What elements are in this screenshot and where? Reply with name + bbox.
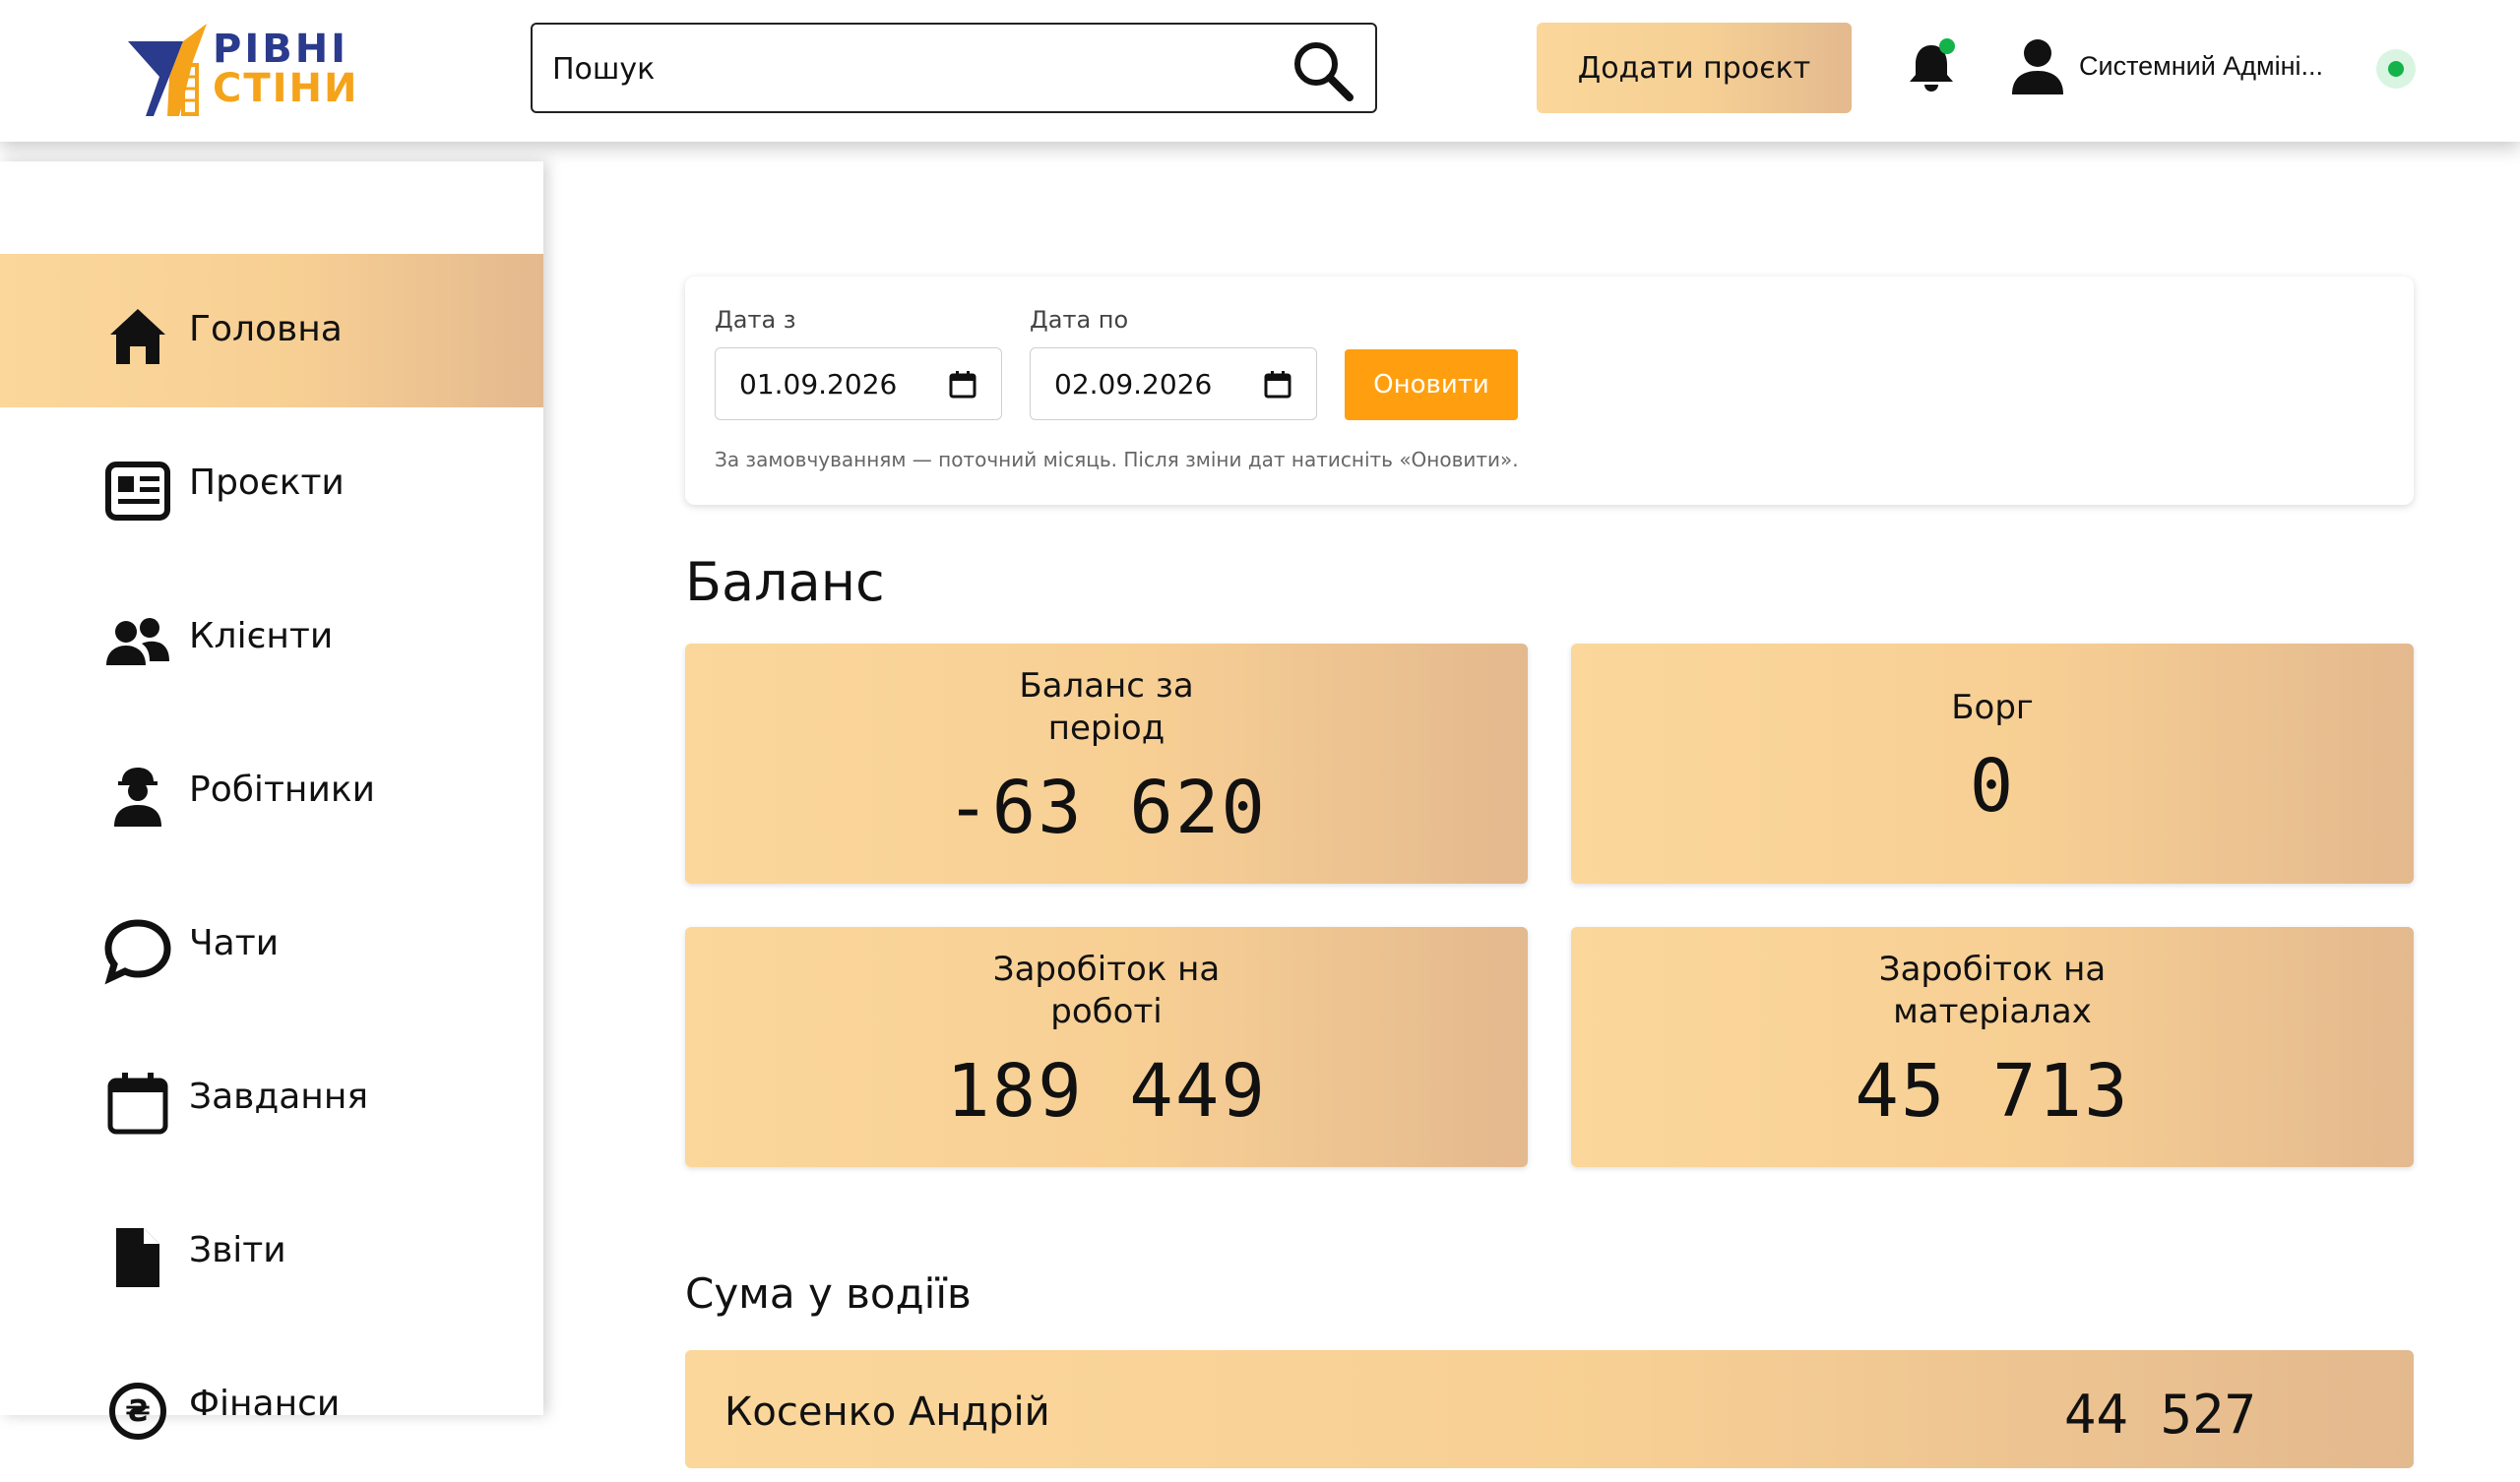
logo[interactable]: РІВНІ СТІНИ — [124, 22, 360, 120]
sidebar-item-label: Завдання — [189, 1077, 369, 1117]
sidebar: Головна Проєкти Клієнти Робітники Чати З… — [0, 161, 543, 1440]
stat-value: 0 — [1969, 744, 2016, 829]
sidebar-item-label: Робітники — [189, 770, 375, 810]
svg-text:₴: ₴ — [125, 1394, 151, 1429]
driver-name: Косенко Андрій — [724, 1389, 1050, 1435]
logo-mark-icon — [128, 24, 207, 116]
stat-label: Баланс за період — [1019, 666, 1194, 748]
debt-card: Борг 0 — [1571, 644, 2414, 884]
document-icon — [116, 1228, 159, 1287]
date-to-label: Дата по — [1030, 306, 1129, 334]
chat-icon — [104, 919, 171, 985]
worker-icon — [114, 768, 161, 827]
online-status-indicator — [2376, 49, 2416, 89]
work-earnings-card: Заробіток на роботі 189 449 — [685, 927, 1528, 1167]
sidebar-item-finance[interactable]: ₴ Фінанси — [0, 1328, 543, 1482]
sidebar-item-tasks[interactable]: Завдання — [0, 1021, 543, 1175]
logo-line-1: РІВНІ — [213, 27, 349, 72]
date-from-value: 01.09.2026 — [739, 368, 898, 401]
sidebar-item-label: Звіти — [189, 1230, 286, 1270]
sidebar-item-label: Головна — [189, 309, 343, 349]
drivers-sum-title: Сума у водіїв — [685, 1269, 972, 1318]
newspaper-icon — [105, 462, 170, 521]
stat-label: Борг — [1951, 688, 2034, 727]
stat-label: Заробіток на матеріалах — [1878, 950, 2107, 1031]
home-icon — [110, 309, 165, 364]
add-project-button[interactable]: Додати проєкт — [1537, 23, 1852, 113]
date-from-label: Дата з — [715, 306, 796, 334]
sidebar-item-label: Проєкти — [189, 463, 345, 503]
search-box[interactable] — [531, 23, 1377, 113]
calendar-icon — [107, 1073, 168, 1135]
sidebar-item-label: Чати — [189, 923, 280, 963]
finance-icon: ₴ — [109, 1383, 166, 1440]
sidebar-item-projects[interactable]: Проєкти — [0, 407, 543, 561]
sidebar-item-home[interactable]: Головна — [0, 254, 543, 407]
materials-earnings-card: Заробіток на матеріалах 45 713 — [1571, 927, 2414, 1167]
users-icon — [106, 618, 169, 665]
user-avatar-icon[interactable] — [2010, 37, 2065, 96]
search-input[interactable] — [552, 44, 1281, 93]
calendar-picker-icon[interactable] — [1263, 370, 1292, 400]
date-to-input[interactable]: 02.09.2026 — [1030, 347, 1317, 420]
sidebar-item-reports[interactable]: Звіти — [0, 1175, 543, 1328]
refresh-button[interactable]: Оновити — [1345, 349, 1518, 420]
user-name[interactable]: Системний Адміні... — [2079, 51, 2323, 82]
sidebar-item-label: Клієнти — [189, 616, 334, 656]
calendar-picker-icon[interactable] — [948, 370, 977, 400]
stat-label: Заробіток на роботі — [992, 950, 1221, 1031]
date-from-input[interactable]: 01.09.2026 — [715, 347, 1002, 420]
search-icon[interactable] — [1291, 38, 1355, 103]
logo-line-2: СТІНИ — [213, 66, 359, 111]
date-filter-card: Дата з 01.09.2026 Дата по 02.09.2026 Оно… — [685, 277, 2414, 505]
driver-row: Косенко Андрій 44 527 — [685, 1350, 2414, 1468]
stat-value: 189 449 — [946, 1049, 1267, 1134]
date-to-value: 02.09.2026 — [1054, 368, 1213, 401]
filter-hint: За замовчуванням — поточний місяць. Післ… — [715, 448, 1519, 471]
logo-text: РІВНІ СТІНИ — [213, 30, 358, 108]
sidebar-item-clients[interactable]: Клієнти — [0, 561, 543, 714]
top-header: РІВНІ СТІНИ Додати проєкт Системний Адмі… — [0, 0, 2520, 142]
balance-title: Баланс — [685, 551, 885, 613]
balance-period-card: Баланс за період -63 620 — [685, 644, 1528, 884]
stat-value: -63 620 — [946, 766, 1267, 850]
stat-value: 45 713 — [1855, 1049, 2130, 1134]
sidebar-item-label: Фінанси — [189, 1384, 341, 1424]
sidebar-item-workers[interactable]: Робітники — [0, 714, 543, 868]
notification-bell-icon[interactable] — [1902, 37, 1961, 96]
sidebar-item-chats[interactable]: Чати — [0, 868, 543, 1021]
